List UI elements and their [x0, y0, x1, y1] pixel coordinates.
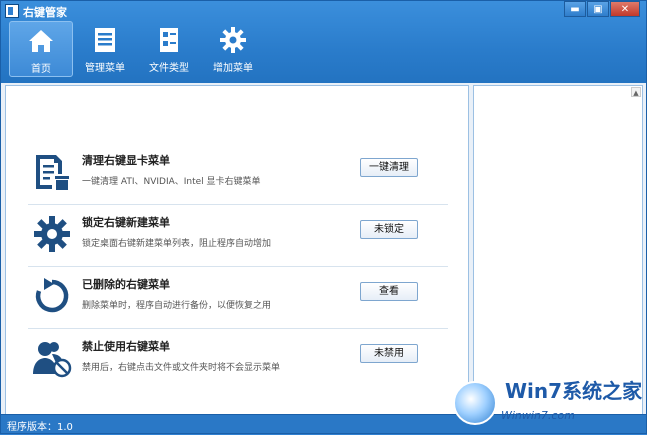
row-description: 一键清理 ATI、NVIDIA、Intel 显卡右键菜单	[82, 177, 261, 187]
nav-file-types[interactable]: 文件类型	[137, 21, 201, 77]
nav-add-menu[interactable]: 增加菜单	[201, 21, 265, 77]
main-nav: 首页 管理菜单 文件类型 增加菜单	[9, 21, 265, 77]
nav-add-menu-label: 增加菜单	[213, 63, 253, 74]
one-click-clean-button[interactable]: 一键清理	[360, 158, 418, 177]
row-description: 禁用后，右键点击文件或文件夹时将不会显示菜单	[82, 363, 281, 373]
nav-home-label: 首页	[31, 64, 51, 75]
nav-home[interactable]: 首页	[9, 21, 73, 77]
gear-icon	[34, 216, 70, 252]
nav-manage-menu[interactable]: 管理菜单	[73, 21, 137, 77]
row-title: 清理右键显卡菜单	[82, 154, 170, 167]
row-disable-context-menu: 禁止使用右键菜单 禁用后，右键点击文件或文件夹时将不会显示菜单 未禁用	[28, 328, 448, 390]
watermark-url: Winwin7.com	[501, 409, 575, 422]
row-title: 锁定右键新建菜单	[82, 216, 170, 229]
titlebar: 右键管家 ▬ ▣ ✕ 首页 管理菜单 文件类型 增加菜单	[1, 1, 646, 83]
app-window: 右键管家 ▬ ▣ ✕ 首页 管理菜单 文件类型 增加菜单 清理右键显卡菜单 一键…	[0, 0, 647, 434]
nav-manage-menu-label: 管理菜单	[85, 63, 125, 74]
nav-file-types-label: 文件类型	[149, 63, 189, 74]
app-icon	[5, 4, 19, 18]
row-description: 锁定桌面右键新建菜单列表，阻止程序自动增加	[82, 239, 272, 249]
version-text: 程序版本：1.0	[7, 422, 73, 433]
disable-toggle-button[interactable]: 未禁用	[360, 344, 418, 363]
window-controls: ▬ ▣ ✕	[563, 1, 640, 17]
close-button[interactable]: ✕	[610, 1, 640, 17]
user-disabled-icon	[33, 342, 72, 378]
watermark-title: Win7系统之家	[505, 379, 643, 403]
minimize-button[interactable]: ▬	[564, 1, 586, 17]
list-icon	[95, 28, 115, 52]
watermark: Win7系统之家 Winwin7.com	[449, 369, 647, 435]
row-title: 禁止使用右键菜单	[82, 340, 170, 353]
lock-toggle-button[interactable]: 未锁定	[360, 220, 418, 239]
window-title: 右键管家	[23, 6, 67, 19]
main-panel: 清理右键显卡菜单 一键清理 ATI、NVIDIA、Intel 显卡右键菜单 一键…	[5, 85, 469, 415]
maximize-button[interactable]: ▣	[587, 1, 609, 17]
restore-arrow-icon	[35, 278, 69, 313]
windows-logo-icon	[453, 381, 497, 425]
row-clean-gpu-menu: 清理右键显卡菜单 一键清理 ATI、NVIDIA、Intel 显卡右键菜单 一键…	[28, 142, 448, 205]
row-title: 已删除的右键菜单	[82, 278, 170, 291]
home-icon	[29, 30, 53, 52]
clean-document-icon	[36, 155, 69, 190]
side-panel: ▲	[473, 85, 643, 415]
scroll-up-arrow[interactable]: ▲	[631, 87, 641, 97]
gear-icon	[220, 27, 246, 53]
row-description: 删除菜单时，程序自动进行备份，以便恢复之用	[82, 301, 272, 311]
row-lock-new-menu: 锁定右键新建菜单 锁定桌面右键新建菜单列表，阻止程序自动增加 未锁定	[28, 204, 448, 267]
view-button[interactable]: 查看	[360, 282, 418, 301]
row-deleted-menus: 已删除的右键菜单 删除菜单时，程序自动进行备份，以便恢复之用 查看	[28, 266, 448, 329]
file-type-icon	[160, 28, 178, 52]
